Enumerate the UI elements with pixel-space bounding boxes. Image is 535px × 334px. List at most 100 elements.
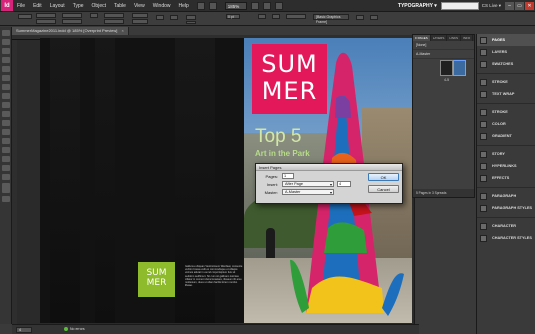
master-none-item[interactable]: [None]	[413, 41, 474, 50]
dock-item-effects[interactable]: EFFECTS	[477, 172, 535, 184]
bridge-icon[interactable]	[196, 1, 205, 10]
dock-item-swatches[interactable]: SWATCHES	[477, 58, 535, 70]
menu-help[interactable]: Help	[175, 3, 193, 9]
dock-item-color[interactable]: COLOR	[477, 118, 535, 130]
page-thumbnail[interactable]	[440, 60, 453, 76]
fitting-icon[interactable]	[272, 14, 280, 19]
spread-thumbnail[interactable]	[440, 60, 466, 78]
summer-logo-green: SUM MER	[138, 262, 175, 297]
fx-icon[interactable]	[258, 14, 266, 19]
scale-x-field[interactable]	[104, 13, 124, 18]
ok-button[interactable]: OK	[368, 173, 399, 181]
left-page[interactable]: SUM MER Isalluma ubiquan Vestiminsem Wer…	[40, 38, 244, 323]
master-a-item[interactable]: A-Master	[413, 50, 474, 59]
fill-swatch[interactable]	[186, 15, 196, 20]
object-style-dropdown[interactable]: [Basic Graphics Frame]	[313, 14, 349, 24]
pen-tool-icon[interactable]	[1, 84, 10, 90]
stroke-type-field[interactable]	[286, 14, 306, 19]
dock-item-story[interactable]: STORY	[477, 148, 535, 160]
page-number-field[interactable]: 4	[16, 327, 32, 333]
tab-layers[interactable]: LAYERS	[431, 35, 448, 41]
menu-edit[interactable]: Edit	[29, 3, 46, 9]
dock-item-gradient[interactable]: GRADIENT	[477, 130, 535, 142]
maximize-button[interactable]: ▭	[515, 1, 524, 10]
fill-stroke-icon[interactable]	[1, 183, 10, 193]
free-transform-tool-icon[interactable]	[1, 129, 10, 135]
tab-links[interactable]: LINKS	[447, 35, 461, 41]
subhead-text[interactable]: Art in the Park	[255, 149, 310, 158]
hand-tool-icon[interactable]	[1, 165, 10, 171]
height-field[interactable]	[62, 19, 82, 24]
rotate-icon[interactable]	[156, 15, 164, 20]
menu-file[interactable]: File	[13, 3, 29, 9]
dock-item-text-wrap[interactable]: TEXT WRAP	[477, 88, 535, 100]
cs-live-button[interactable]: CS Live ▾	[482, 3, 501, 9]
hyperlinks-icon	[480, 162, 487, 170]
selection-tool-icon[interactable]	[1, 30, 10, 36]
flip-icon[interactable]	[170, 15, 178, 20]
page-thumbnail[interactable]	[453, 60, 466, 76]
pages-input[interactable]: 1	[282, 173, 294, 179]
insert-position-dropdown[interactable]: After Page	[282, 181, 334, 187]
reference-point-icon[interactable]	[18, 14, 32, 19]
document-tab-close-icon[interactable]: ×	[122, 28, 124, 33]
dock-item-stroke[interactable]: STROKE	[477, 76, 535, 88]
constrain-proportions-icon[interactable]	[90, 13, 98, 18]
dock-item-stroke[interactable]: STROKE	[477, 106, 535, 118]
menu-object[interactable]: Object	[88, 3, 110, 9]
dock-item-character[interactable]: CHARACTER	[477, 220, 535, 232]
dock-item-character-styles[interactable]: CHARACTER STYLES	[477, 232, 535, 244]
eyedropper-tool-icon[interactable]	[1, 156, 10, 162]
type-tool-icon[interactable]	[1, 66, 10, 72]
gradient-tool-icon[interactable]	[1, 138, 10, 144]
screen-mode-tool-icon[interactable]	[1, 196, 10, 202]
insert-page-number-input[interactable]: 4	[337, 181, 351, 187]
workspace-switcher[interactable]: TYPOGRAPHY ▾	[398, 3, 441, 9]
document-tab[interactable]: SummerMagazine2011.indd @ 185% [Overprin…	[12, 27, 129, 35]
rectangle-tool-icon[interactable]	[1, 111, 10, 117]
cancel-button[interactable]: Cancel	[368, 185, 399, 193]
zoom-tool-icon[interactable]	[1, 174, 10, 180]
y-position-field[interactable]	[36, 19, 56, 24]
horizontal-scrollbar[interactable]: 4 No errors	[12, 324, 419, 334]
dock-item-paragraph-styles[interactable]: PARAGRAPH STYLES	[477, 202, 535, 214]
screen-mode-icon[interactable]	[262, 1, 271, 10]
x-position-field[interactable]	[36, 13, 56, 18]
dock-item-paragraph[interactable]: PARAGRAPH	[477, 190, 535, 202]
dock-item-layers[interactable]: LAYERS	[477, 46, 535, 58]
dock-item-hyperlinks[interactable]: HYPERLINKS	[477, 160, 535, 172]
menu-layout[interactable]: Layout	[46, 3, 69, 9]
zoom-level-field[interactable]: 185%	[224, 1, 247, 10]
pencil-tool-icon[interactable]	[1, 93, 10, 99]
panel-menu-icon[interactable]	[370, 15, 378, 20]
stroke-swatch[interactable]	[186, 21, 196, 24]
close-button[interactable]: ✕	[525, 1, 534, 10]
direct-selection-tool-icon[interactable]	[1, 39, 10, 45]
scale-y-field[interactable]	[104, 19, 124, 24]
menu-window[interactable]: Window	[149, 3, 175, 9]
rotation-field[interactable]	[132, 13, 148, 18]
menu-view[interactable]: View	[130, 3, 149, 9]
width-field[interactable]	[62, 13, 82, 18]
body-text-frame[interactable]: Isalluma ubiquan Vestiminsem Werdaat, co…	[185, 265, 244, 287]
gap-tool-icon[interactable]	[1, 57, 10, 63]
menu-type[interactable]: Type	[69, 3, 88, 9]
tab-info[interactable]: INFO	[461, 35, 474, 41]
help-search-input[interactable]	[440, 1, 479, 10]
dock-item-pages[interactable]: PAGES	[477, 34, 535, 46]
view-options-icon[interactable]	[250, 1, 259, 10]
rectangle-frame-tool-icon[interactable]	[1, 102, 10, 108]
shear-field[interactable]	[132, 19, 148, 24]
headline-text[interactable]: Top 5	[255, 126, 301, 148]
mini-bridge-icon[interactable]	[208, 1, 217, 10]
arrange-documents-icon[interactable]	[274, 1, 283, 10]
page-tool-icon[interactable]	[1, 48, 10, 54]
note-tool-icon[interactable]	[1, 147, 10, 153]
minimize-button[interactable]: –	[505, 1, 514, 10]
master-dropdown[interactable]: A-Master	[282, 189, 334, 195]
line-tool-icon[interactable]	[1, 75, 10, 81]
auto-fit-icon[interactable]	[356, 15, 364, 20]
preflight-status[interactable]: No errors	[64, 327, 85, 332]
menu-table[interactable]: Table	[110, 3, 130, 9]
scissors-tool-icon[interactable]	[1, 120, 10, 126]
